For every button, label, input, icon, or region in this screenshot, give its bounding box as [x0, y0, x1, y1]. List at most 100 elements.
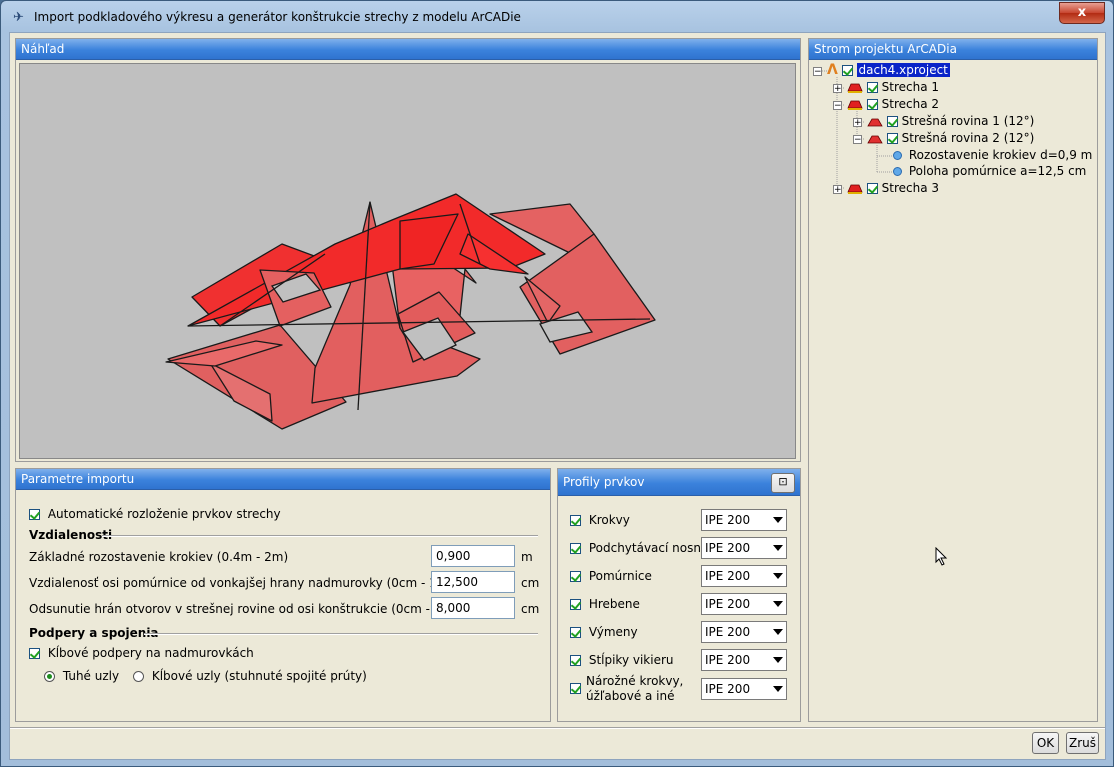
roof-plane-icon [867, 118, 883, 126]
profile-row-narozne[interactable] [570, 681, 581, 695]
pomurnice-profile-select[interactable]: IPE 200 [701, 565, 787, 587]
tree-item-strecha1[interactable]: Strecha 1 [847, 79, 939, 96]
hinged-nodes-option[interactable]: Kĺbové uzly (stuhnuté spojité prúty) [133, 669, 367, 683]
rozostavenie-label: Rozostavenie krokiev d=0,9 m [908, 148, 1093, 162]
hrebene-profile-select[interactable]: IPE 200 [701, 593, 787, 615]
krokvy-profile-select[interactable]: IPE 200 [701, 509, 787, 531]
podchytavaci-profile-select[interactable]: IPE 200 [701, 537, 787, 559]
narozne-label-line1: Nárožné krokvy, [586, 674, 684, 688]
narozne-profile-select[interactable]: IPE 200 [701, 678, 787, 700]
auto-layout-option[interactable]: Automatické rozloženie prvkov strechy [29, 507, 281, 521]
hrebene-profile-value: IPE 200 [705, 597, 751, 611]
stlpiky-label: Stĺpiky vikieru [588, 653, 674, 667]
roof-icon [847, 100, 863, 110]
hinged-supports-option[interactable]: Kĺbové podpery na nadmurovkách [29, 646, 254, 660]
tree-collapse-rovina2[interactable]: − [853, 135, 862, 145]
chevron-down-icon [773, 517, 783, 523]
tree-expand-rovina1[interactable]: + [853, 118, 862, 128]
cancel-button[interactable]: Zruš [1066, 732, 1099, 754]
rovina2-label: Strešná rovina 2 (12°) [901, 131, 1035, 145]
ok-button[interactable]: OK [1032, 732, 1059, 754]
strecha2-checkbox[interactable] [866, 99, 878, 110]
tree-root-item[interactable]: Ʌ dach4.xproject [827, 62, 950, 79]
rovina2-checkbox[interactable] [886, 133, 898, 144]
bullet-icon [893, 167, 902, 176]
close-button[interactable]: x [1059, 2, 1105, 24]
profile-row-hrebene[interactable]: Hrebene [570, 597, 640, 611]
strecha2-label: Strecha 2 [881, 97, 940, 111]
profile-row-krokvy[interactable]: Krokvy [570, 513, 630, 527]
distances-separator [102, 535, 538, 537]
profile-row-podchytavaci[interactable]: Podchytávací nosník [570, 541, 711, 555]
profiles-panel-title: Profily prvkov [558, 469, 800, 496]
narozne-checkbox[interactable] [570, 683, 581, 694]
rovina1-checkbox[interactable] [886, 116, 898, 127]
tree-expand-strecha3[interactable]: + [833, 185, 842, 195]
app-icon: ✈ [13, 10, 24, 25]
supports-heading: Podpery a spojenia [29, 626, 159, 640]
pomurnice-profile-value: IPE 200 [705, 569, 751, 583]
strecha3-label: Strecha 3 [881, 181, 940, 195]
podchytavaci-checkbox[interactable] [570, 543, 581, 554]
vymeny-profile-value: IPE 200 [705, 625, 751, 639]
narozne-label: Nárožné krokvy, úžľabové a iné [586, 674, 683, 704]
stlpiky-checkbox[interactable] [570, 655, 581, 666]
wallplate-unit: cm [521, 576, 540, 590]
spacing-unit: m [521, 550, 533, 564]
title-bar[interactable]: ✈ Import podkladového výkresu a generáto… [1, 1, 1113, 33]
hinged-supports-label: Kĺbové podpery na nadmurovkách [47, 646, 254, 660]
hrebene-checkbox[interactable] [570, 599, 581, 610]
auto-layout-checkbox[interactable] [29, 509, 40, 520]
profile-row-vymeny[interactable]: Výmeny [570, 625, 638, 639]
tree-collapse-strecha2[interactable]: − [833, 101, 842, 111]
openings-offset-field[interactable] [431, 597, 515, 619]
podchytavaci-label: Podchytávací nosník [588, 541, 712, 555]
rigid-nodes-label: Tuhé uzly [62, 669, 120, 683]
param-label-openings: Odsunutie hrán otvorov v strešnej rovine… [29, 602, 473, 616]
tree-panel-title: Strom projektu ArCADia [809, 39, 1097, 60]
pomurnice-checkbox[interactable] [570, 571, 581, 582]
openings-unit: cm [521, 602, 540, 616]
hinged-supports-checkbox[interactable] [29, 648, 40, 659]
chevron-down-icon [773, 629, 783, 635]
import-params-panel: Parametre importu Automatické rozloženie… [15, 468, 551, 722]
distances-heading: Vzdialenosti [29, 528, 113, 542]
strecha1-checkbox[interactable] [866, 82, 878, 93]
tree-root-checkbox[interactable] [841, 65, 853, 76]
poloha-label: Poloha pomúrnice a=12,5 cm [908, 164, 1087, 178]
profile-row-pomurnice[interactable]: Pomúrnice [570, 569, 652, 583]
preview-canvas[interactable] [19, 63, 796, 459]
profiles-settings-button[interactable]: ⊡ [771, 473, 795, 493]
stlpiky-profile-select[interactable]: IPE 200 [701, 649, 787, 671]
tree-expand-strecha1[interactable]: + [833, 84, 842, 94]
tree-collapse-root[interactable]: − [813, 67, 822, 77]
profile-row-stlpiky[interactable]: Stĺpiky vikieru [570, 653, 674, 667]
rovina1-label: Strešná rovina 1 (12°) [901, 114, 1035, 128]
hinged-nodes-radio[interactable] [133, 671, 144, 682]
vymeny-profile-select[interactable]: IPE 200 [701, 621, 787, 643]
spacing-field[interactable] [431, 545, 515, 567]
strecha1-label: Strecha 1 [881, 80, 940, 94]
krokvy-checkbox[interactable] [570, 515, 581, 526]
tree-item-rovina1[interactable]: Strešná rovina 1 (12°) [867, 113, 1034, 130]
chevron-down-icon [773, 686, 783, 692]
tree-item-rovina2[interactable]: Strešná rovina 2 (12°) [867, 130, 1034, 147]
param-label-spacing: Základné rozostavenie krokiev (0.4m - 2m… [29, 550, 289, 564]
strecha3-checkbox[interactable] [866, 183, 878, 194]
krokvy-profile-value: IPE 200 [705, 513, 751, 527]
krokvy-label: Krokvy [588, 513, 630, 527]
rigid-nodes-radio[interactable] [44, 671, 55, 682]
wallplate-distance-field[interactable] [431, 571, 515, 593]
dialog-window: ✈ Import podkladového výkresu a generáto… [0, 0, 1114, 767]
roof-3d-preview [165, 193, 656, 430]
mouse-cursor-icon [935, 547, 948, 566]
tree-item-strecha2[interactable]: Strecha 2 [847, 96, 939, 113]
chevron-down-icon [773, 545, 783, 551]
hrebene-label: Hrebene [588, 597, 640, 611]
tree-item-strecha3[interactable]: Strecha 3 [847, 180, 939, 197]
tree-item-poloha[interactable]: Poloha pomúrnice a=12,5 cm [893, 163, 1086, 180]
profiles-title-text: Profily prvkov [563, 475, 645, 489]
vymeny-checkbox[interactable] [570, 627, 581, 638]
tree-item-rozostavenie[interactable]: Rozostavenie krokiev d=0,9 m [893, 147, 1092, 164]
rigid-nodes-option[interactable]: Tuhé uzly [44, 669, 119, 683]
